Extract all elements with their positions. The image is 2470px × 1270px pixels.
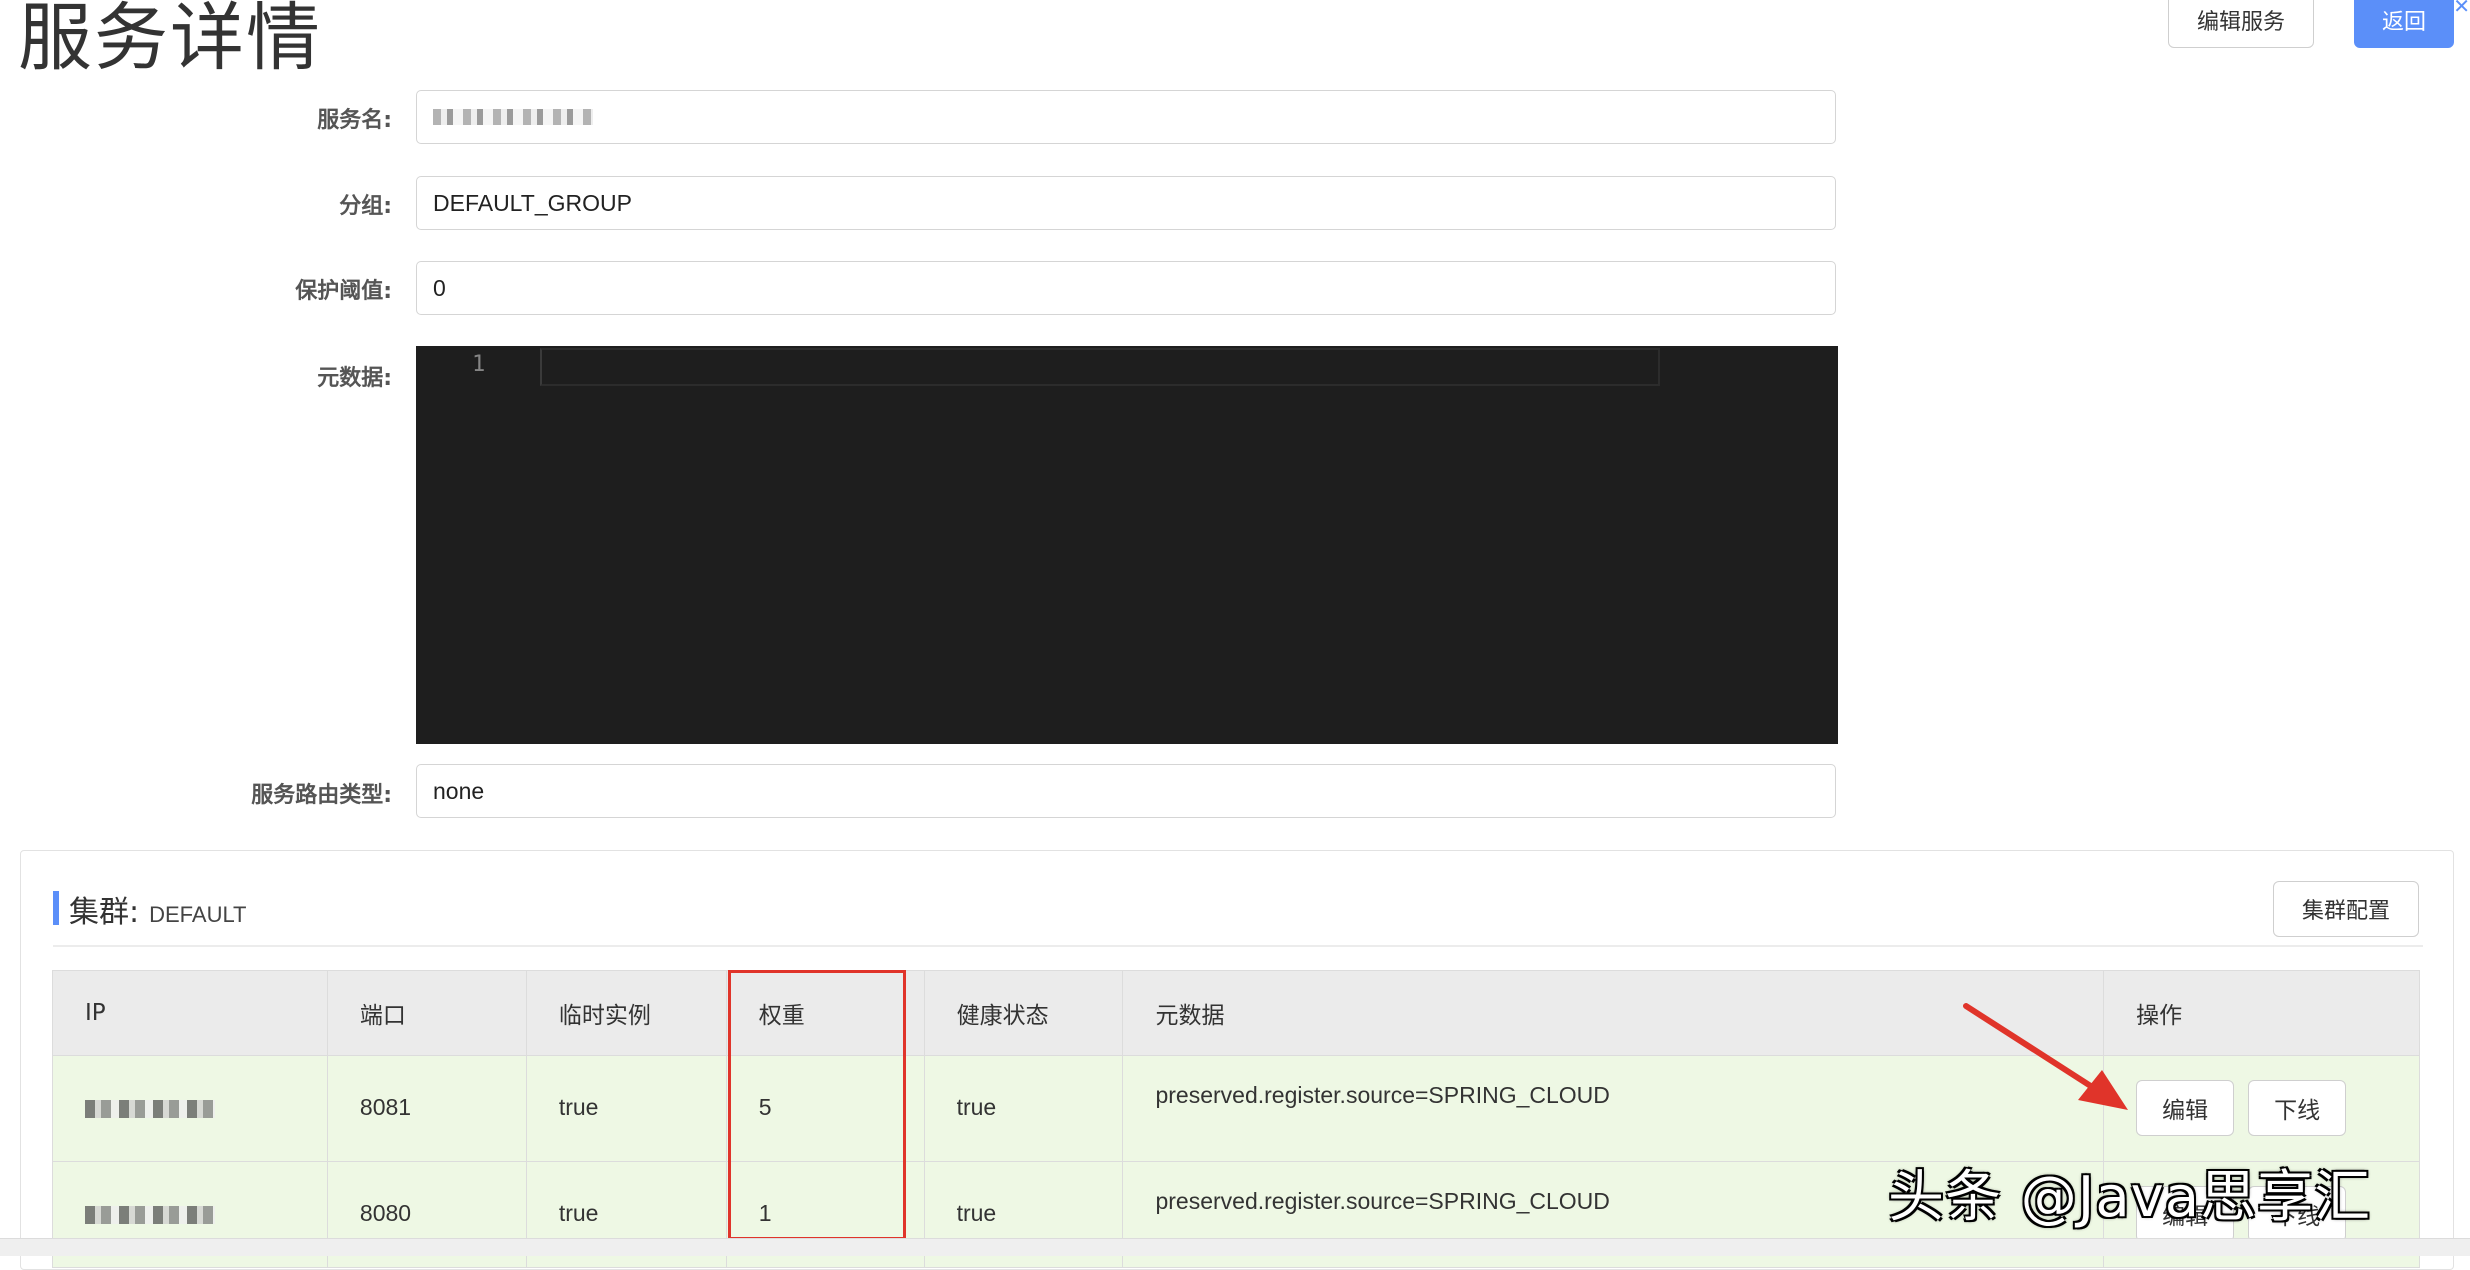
group-label: 分组: bbox=[339, 194, 392, 219]
cell-ephemeral: true bbox=[525, 1055, 727, 1162]
weight-column-highlight-box bbox=[728, 970, 906, 1240]
health-value: true bbox=[956, 1200, 997, 1226]
line-number: 1 bbox=[472, 352, 486, 377]
cell-port: 8081 bbox=[326, 1055, 527, 1162]
cluster-accent-bar bbox=[53, 891, 59, 925]
metadata-label: 元数据: bbox=[317, 366, 392, 391]
protect-threshold-label: 保护阈值: bbox=[295, 279, 392, 304]
health-value: true bbox=[956, 1094, 997, 1120]
watermark-text: 头条 @Java思享汇 bbox=[1888, 1165, 2372, 1230]
port-value: 8080 bbox=[359, 1200, 412, 1226]
cluster-title: 集群: DEFAULT bbox=[69, 887, 247, 931]
column-header-port: 端口 bbox=[326, 970, 527, 1056]
red-arrow-icon bbox=[1963, 1003, 2128, 1110]
group-field[interactable]: DEFAULT_GROUP bbox=[416, 176, 1836, 230]
bottom-scrollbar[interactable] bbox=[0, 1238, 2470, 1256]
current-line-highlight bbox=[540, 348, 1660, 386]
edit-instance-button[interactable]: 编辑 bbox=[2136, 1080, 2235, 1136]
page-title: 服务详情 bbox=[18, 0, 322, 81]
offline-instance-button[interactable]: 下线 bbox=[2248, 1080, 2347, 1136]
redacted-ip bbox=[85, 1206, 215, 1224]
cluster-divider bbox=[53, 945, 2423, 947]
cell-actions: 编辑 下线 bbox=[2103, 1055, 2420, 1162]
cell-health: true bbox=[923, 1055, 1124, 1162]
route-type-field[interactable]: none bbox=[416, 764, 1836, 818]
service-name-label: 服务名: bbox=[317, 108, 392, 133]
edit-service-button[interactable]: 编辑服务 bbox=[2168, 0, 2314, 48]
metadata-code-editor[interactable]: 1 bbox=[416, 346, 1838, 744]
port-value: 8081 bbox=[359, 1094, 412, 1120]
column-header-health: 健康状态 bbox=[923, 970, 1124, 1056]
close-icon[interactable]: ✕ bbox=[2448, 0, 2470, 17]
ephemeral-value: true bbox=[558, 1200, 599, 1226]
column-header-ephemeral: 临时实例 bbox=[525, 970, 727, 1056]
column-header-ip: IP bbox=[52, 970, 328, 1056]
redacted-ip bbox=[85, 1100, 215, 1118]
cluster-title-label: 集群: bbox=[69, 895, 140, 930]
column-header-metadata: 元数据 bbox=[1122, 970, 2105, 1056]
back-button[interactable]: 返回 bbox=[2354, 0, 2454, 48]
column-header-actions: 操作 bbox=[2103, 970, 2420, 1056]
protect-threshold-field[interactable]: 0 bbox=[416, 261, 1836, 315]
service-name-field[interactable] bbox=[416, 90, 1836, 144]
route-type-label: 服务路由类型: bbox=[251, 783, 392, 808]
ephemeral-value: true bbox=[558, 1094, 599, 1120]
cluster-config-button[interactable]: 集群配置 bbox=[2273, 881, 2419, 937]
cluster-name: DEFAULT bbox=[149, 902, 247, 927]
cell-ip bbox=[52, 1055, 328, 1162]
redacted-service-name bbox=[433, 109, 593, 125]
cell-metadata: preserved.register.source=SPRING_CLOUD bbox=[1122, 1055, 2105, 1162]
